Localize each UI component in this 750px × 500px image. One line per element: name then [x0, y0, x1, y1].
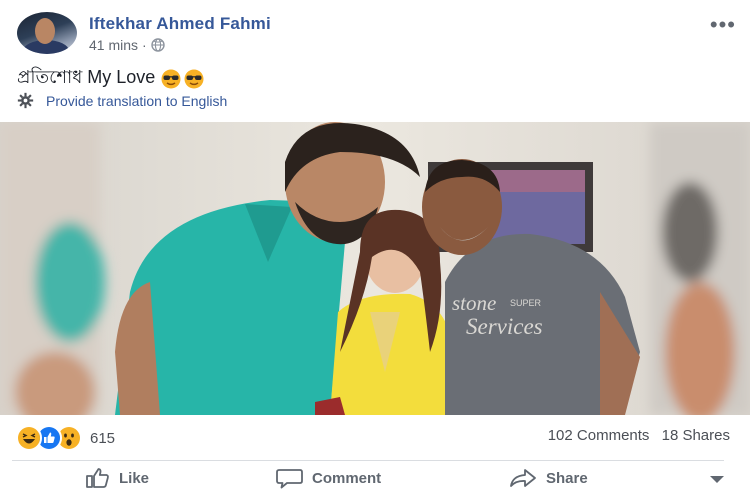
shares-count[interactable]: 18 Shares — [662, 427, 730, 444]
share-icon — [510, 469, 536, 487]
reaction-count: 615 — [90, 429, 116, 447]
translate-label: Provide translation to English — [46, 92, 228, 109]
share-label: Share — [546, 469, 588, 487]
sunglasses-emoji-icon — [184, 69, 204, 89]
comments-count[interactable]: 102 Comments — [548, 427, 650, 444]
svg-text:Services: Services — [466, 314, 543, 339]
chevron-down-icon[interactable] — [710, 476, 724, 483]
like-button[interactable]: Like — [85, 467, 149, 489]
comment-icon — [276, 469, 303, 489]
divider — [12, 460, 724, 461]
status-text-row: প্রতিশোধ My Love — [17, 63, 204, 94]
status-text: প্রতিশোধ My Love — [17, 67, 156, 87]
meta-separator: · — [142, 37, 147, 53]
globe-icon — [151, 38, 165, 52]
post-stats: 615 102 Comments 18 Shares — [0, 418, 750, 454]
facebook-post: Iftekhar Ahmed Fahmi 41 mins · ••• প্রতি… — [0, 0, 750, 500]
engagement-counts: 102 Comments 18 Shares — [548, 427, 730, 444]
sunglasses-emoji-icon — [161, 69, 181, 89]
share-button[interactable]: Share — [508, 467, 588, 489]
gear-icon — [17, 92, 34, 109]
svg-text:SUPER: SUPER — [510, 298, 542, 308]
post-time[interactable]: 41 mins — [89, 37, 138, 53]
reaction-summary[interactable]: 615 — [16, 425, 115, 451]
author-name[interactable]: Iftekhar Ahmed Fahmi — [89, 14, 271, 34]
photo-image: stone SUPER Services — [0, 122, 750, 415]
translate-link[interactable]: Provide translation to English — [17, 92, 227, 109]
post-actions: Like Comment Share — [0, 462, 750, 498]
post-header: Iftekhar Ahmed Fahmi 41 mins · ••• প্রতি… — [0, 0, 750, 118]
svg-text:stone: stone — [452, 291, 496, 315]
post-meta: 41 mins · — [89, 37, 165, 53]
post-photo[interactable]: stone SUPER Services — [0, 122, 750, 415]
comment-button[interactable]: Comment — [276, 467, 381, 489]
avatar[interactable] — [17, 12, 77, 54]
like-label: Like — [119, 469, 150, 487]
thumbs-up-icon — [86, 468, 109, 488]
haha-reaction-icon — [16, 425, 42, 451]
more-options-icon[interactable]: ••• — [710, 12, 736, 38]
comment-label: Comment — [312, 469, 382, 487]
